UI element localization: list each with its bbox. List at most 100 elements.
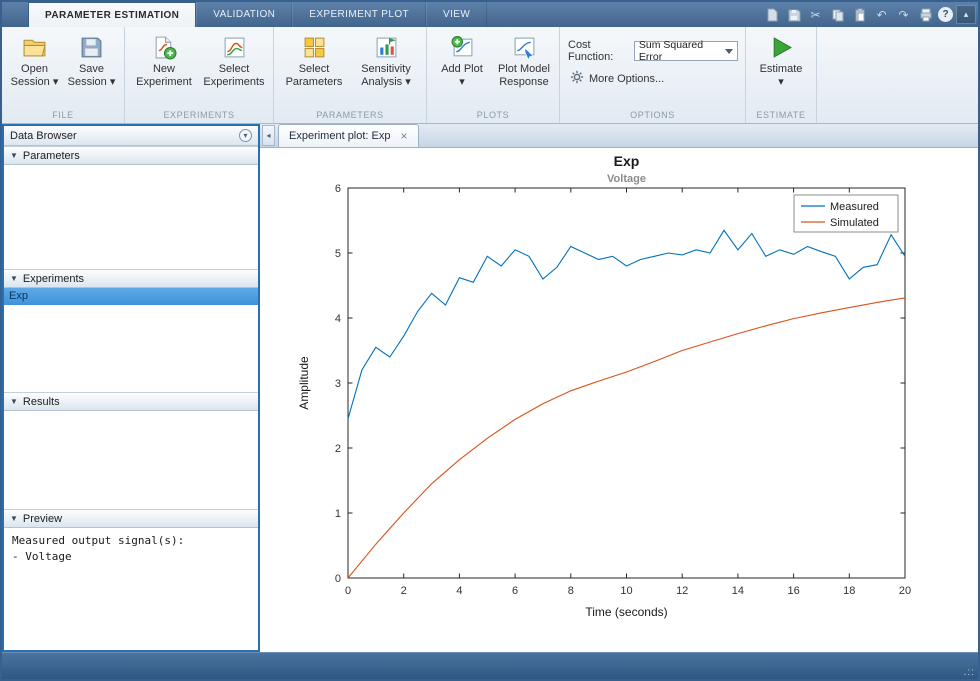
ribbon: Open Session ▾ Save Session ▾ FILE New E… — [2, 27, 978, 124]
open-folder-icon — [22, 35, 47, 60]
ribbon-group-parameters: Select Parameters Sensitivity Analysis ▾… — [274, 27, 427, 123]
svg-text:Time (seconds): Time (seconds) — [585, 605, 667, 619]
svg-text:12: 12 — [676, 585, 688, 597]
section-label-results: Results — [22, 395, 60, 408]
select-experiments-button[interactable]: Select Experiments — [199, 30, 269, 92]
select-parameters-label: Select Parameters — [285, 63, 343, 88]
panel-menu-icon[interactable]: ▾ — [239, 129, 252, 142]
cut-icon[interactable]: ✂ — [806, 5, 825, 24]
open-session-label: Open Session ▾ — [10, 63, 59, 88]
ribbon-group-options: Cost Function: Sum Squared Error More Op… — [560, 27, 746, 123]
ribbon-group-plots: Add Plot ▾ Plot Model Response PLOTS — [427, 27, 560, 123]
sensitivity-analysis-label: Sensitivity Analysis ▾ — [361, 63, 411, 88]
svg-text:6: 6 — [335, 183, 341, 195]
experiment-plot-chart: 0 2 4 6 8 10 12 14 16 18 200123456ExpVoltageTime (… — [297, 153, 911, 619]
ribbon-group-estimate-label: ESTIMATE — [756, 110, 806, 120]
add-plot-button[interactable]: Add Plot ▾ — [431, 30, 493, 92]
print-icon[interactable] — [916, 5, 935, 24]
new-experiment-icon — [152, 35, 177, 60]
status-bar: .:: — [2, 652, 978, 679]
open-session-button[interactable]: Open Session ▾ — [6, 30, 63, 92]
experiments-list: Exp — [4, 288, 258, 392]
data-browser-panel: Data Browser ▾ ▼ Parameters ▼ Experiment… — [2, 124, 260, 652]
ribbon-filler — [817, 27, 978, 123]
select-experiments-icon — [222, 35, 247, 60]
svg-text:10: 10 — [620, 585, 632, 597]
svg-text:0: 0 — [345, 585, 351, 597]
svg-text:16: 16 — [787, 585, 799, 597]
collapse-browser-button[interactable]: ◂ — [262, 125, 275, 146]
estimate-label: Estimate ▾ — [759, 63, 803, 88]
ribbon-group-experiments: New Experiment Select Experiments EXPERI… — [125, 27, 274, 123]
new-experiment-button[interactable]: New Experiment — [129, 30, 199, 92]
plot-model-response-label: Plot Model Response — [498, 63, 550, 88]
svg-text:8: 8 — [568, 585, 574, 597]
collapse-triangle-icon: ▼ — [10, 397, 18, 406]
select-parameters-icon — [302, 35, 327, 60]
redo-icon[interactable]: ↷ — [894, 5, 913, 24]
estimate-button[interactable]: Estimate ▾ — [750, 30, 812, 92]
ribbon-group-experiments-label: EXPERIMENTS — [163, 110, 235, 120]
svg-text:Simulated: Simulated — [830, 217, 879, 229]
close-tab-icon[interactable]: × — [401, 130, 408, 142]
svg-text:14: 14 — [732, 585, 744, 597]
plot-model-response-icon — [512, 35, 537, 60]
estimate-play-icon — [769, 35, 794, 60]
svg-text:Amplitude: Amplitude — [297, 356, 311, 410]
cost-function-label: Cost Function: — [568, 39, 614, 63]
resize-grip[interactable]: .:: — [964, 667, 978, 679]
help-icon[interactable]: ? — [938, 7, 953, 22]
sensitivity-analysis-icon — [374, 35, 399, 60]
document-tab[interactable]: Experiment plot: Exp × — [278, 124, 419, 147]
quick-access-toolbar: ✂ ↶ ↷ ? ▴ — [762, 2, 978, 27]
collapse-triangle-icon: ▼ — [10, 151, 18, 160]
svg-text:4: 4 — [456, 585, 462, 597]
svg-text:5: 5 — [335, 248, 341, 260]
list-item-experiment[interactable]: Exp — [4, 288, 258, 305]
document-area: ◂ Experiment plot: Exp × 0 2 4 6 8 10 12 14 16 18… — [260, 124, 978, 652]
new-document-icon[interactable] — [762, 5, 781, 24]
svg-text:20: 20 — [899, 585, 911, 597]
select-experiments-label: Select Experiments — [203, 63, 265, 88]
ribbon-group-parameters-label: PARAMETERS — [316, 110, 384, 120]
app-window: PARAMETER ESTIMATION VALIDATION EXPERIME… — [0, 0, 980, 681]
more-options-button[interactable]: More Options... — [570, 70, 664, 87]
section-label-parameters: Parameters — [22, 149, 80, 162]
document-tab-bar: ◂ Experiment plot: Exp × — [260, 124, 978, 148]
dropdown-arrow-icon — [725, 48, 734, 54]
save-session-label: Save Session ▾ — [67, 63, 116, 88]
save-session-button[interactable]: Save Session ▾ — [63, 30, 120, 92]
svg-text:18: 18 — [843, 585, 855, 597]
svg-text:3: 3 — [335, 378, 341, 390]
ribbon-group-options-label: OPTIONS — [630, 110, 675, 120]
section-header-experiments[interactable]: ▼ Experiments — [4, 269, 258, 288]
paste-icon[interactable] — [850, 5, 869, 24]
preview-text: Measured output signal(s): - Voltage — [4, 528, 258, 650]
save-disk-icon — [79, 35, 104, 60]
ribbon-group-file: Open Session ▾ Save Session ▾ FILE — [2, 27, 125, 123]
copy-icon[interactable] — [828, 5, 847, 24]
tab-view[interactable]: VIEW — [426, 2, 488, 27]
collapse-triangle-icon: ▼ — [10, 514, 18, 523]
undo-icon[interactable]: ↶ — [872, 5, 891, 24]
plot-model-response-button[interactable]: Plot Model Response — [493, 30, 555, 92]
content-area: Data Browser ▾ ▼ Parameters ▼ Experiment… — [2, 124, 978, 652]
cost-function-value: Sum Squared Error — [638, 39, 704, 63]
tab-validation[interactable]: VALIDATION — [196, 2, 293, 27]
tab-experiment-plot[interactable]: EXPERIMENT PLOT — [292, 2, 427, 27]
tab-parameter-estimation[interactable]: PARAMETER ESTIMATION — [28, 2, 197, 27]
svg-text:2: 2 — [401, 585, 407, 597]
minimize-toolstrip-icon[interactable]: ▴ — [956, 5, 976, 24]
select-parameters-button[interactable]: Select Parameters — [278, 30, 350, 92]
toolstrip-tab-bar: PARAMETER ESTIMATION VALIDATION EXPERIME… — [2, 2, 978, 27]
cost-function-select[interactable]: Sum Squared Error — [633, 39, 739, 63]
save-icon[interactable] — [784, 5, 803, 24]
section-header-preview[interactable]: ▼ Preview — [4, 509, 258, 528]
document-tab-label: Experiment plot: Exp — [289, 130, 391, 142]
data-browser-title: Data Browser — [10, 129, 77, 142]
sensitivity-analysis-button[interactable]: Sensitivity Analysis ▾ — [350, 30, 422, 92]
tabstrip-spacer — [487, 2, 762, 27]
data-browser-header: Data Browser ▾ — [4, 126, 258, 146]
section-header-results[interactable]: ▼ Results — [4, 392, 258, 411]
section-header-parameters[interactable]: ▼ Parameters — [4, 146, 258, 165]
